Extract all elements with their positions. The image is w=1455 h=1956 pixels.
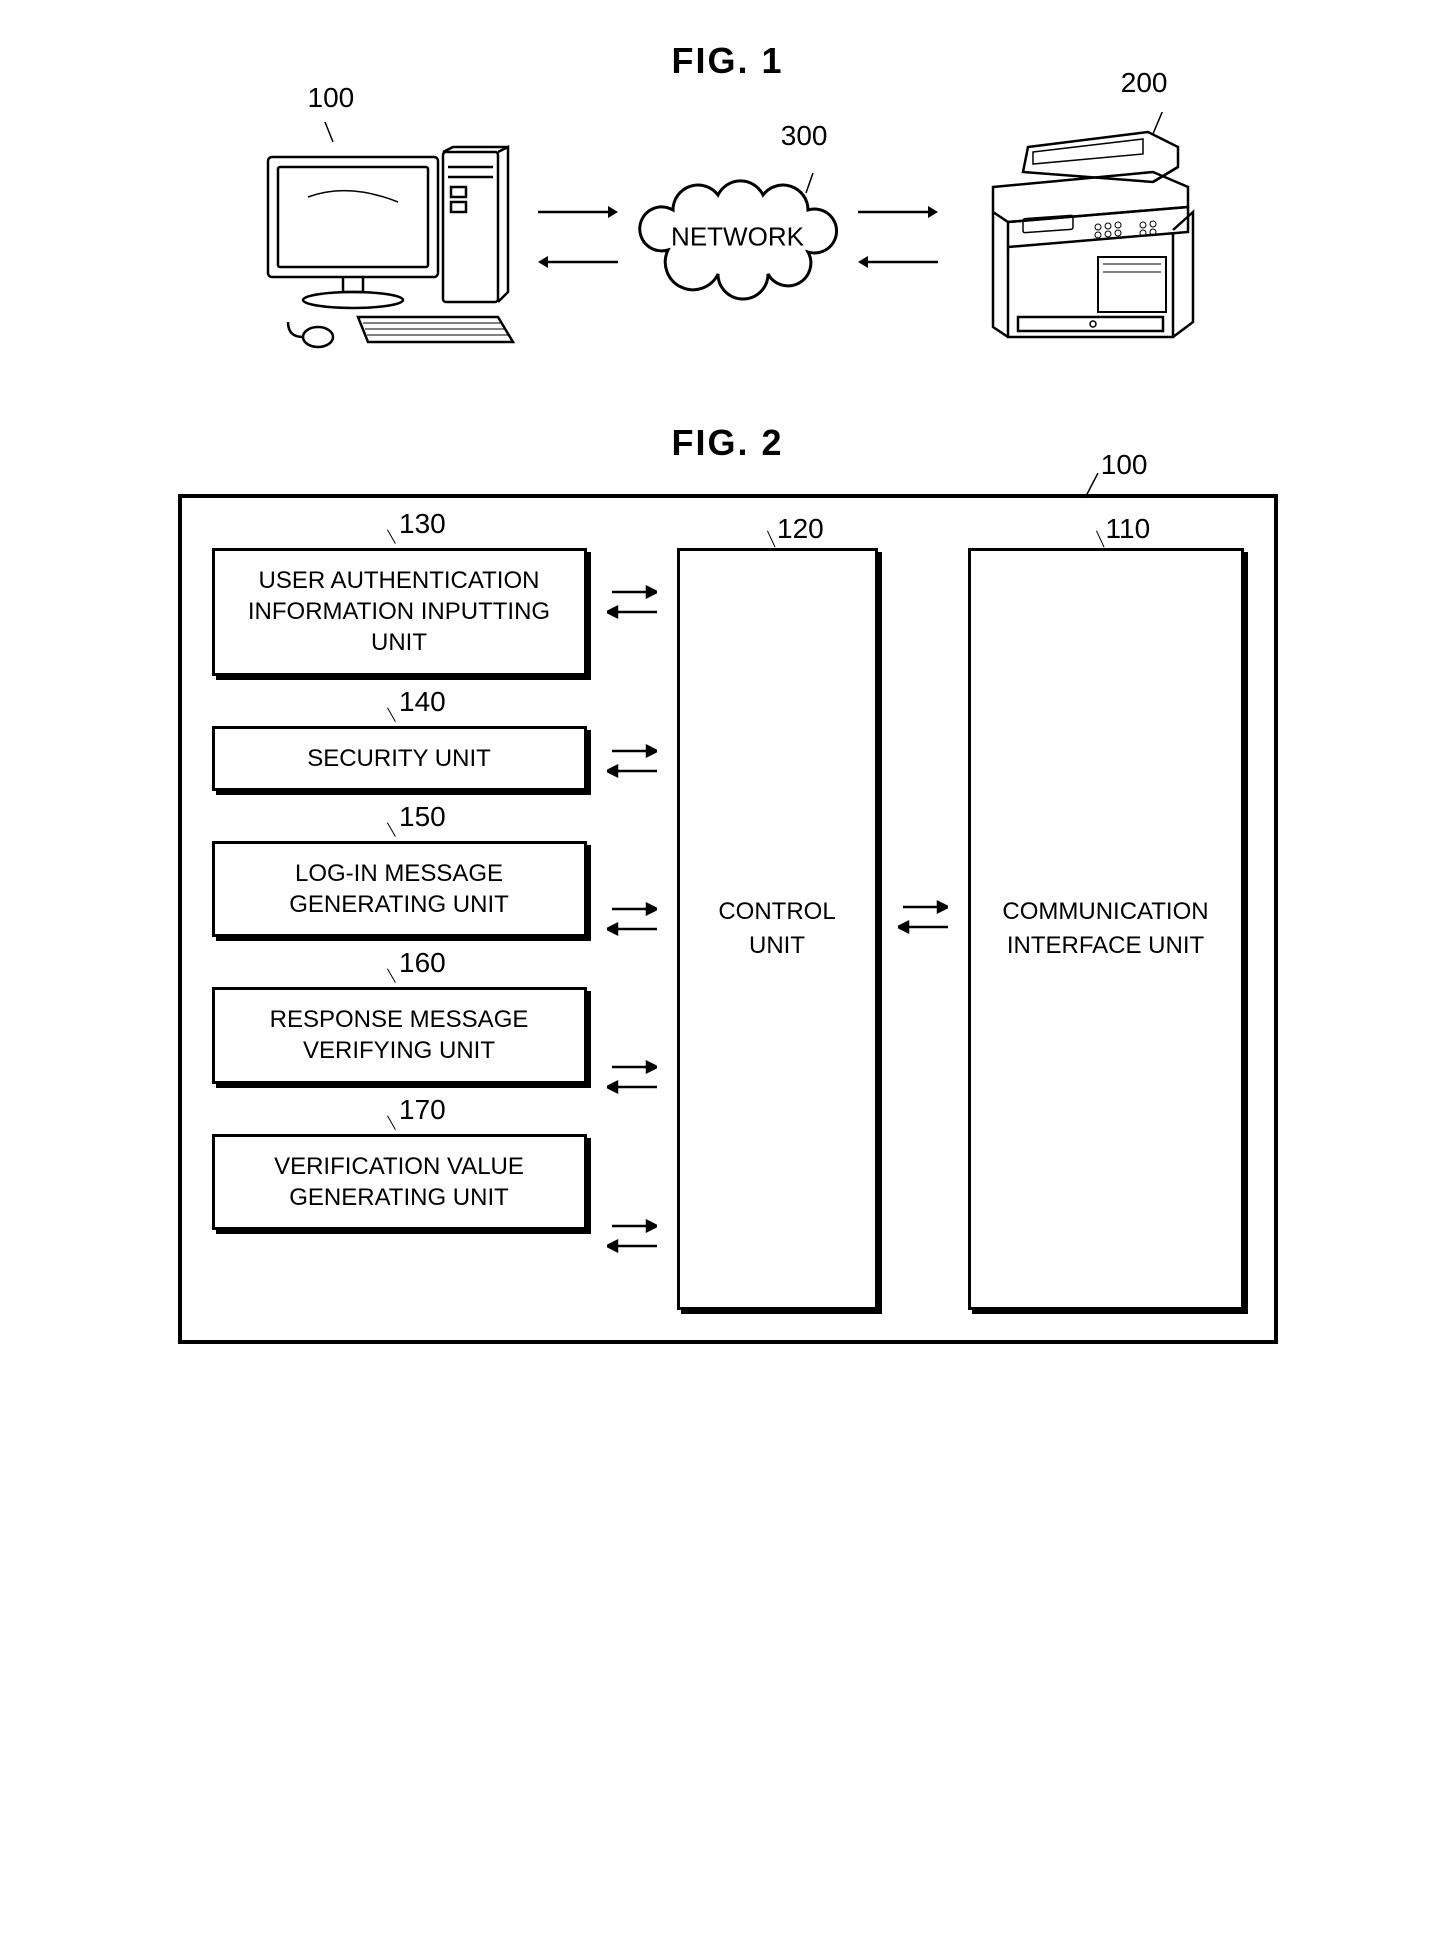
unit-ref-150: 150: [399, 801, 446, 833]
comm-unit-label: COMMUNICATION INTERFACE UNIT: [981, 895, 1231, 962]
connectors-left: [607, 528, 657, 1310]
unit-wrapper: 160 RESPONSE MESSAGE VERIFYING UNIT: [212, 987, 587, 1083]
figure-2-block-diagram: 130 USER AUTHENTICATION INFORMATION INPU…: [178, 494, 1278, 1344]
arrows-right: [858, 202, 938, 272]
figure-2: FIG. 2 100 130 USER AUTHENTICATION INFOR…: [178, 422, 1278, 1344]
verification-value-unit-box: VERIFICATION VALUE GENERATING UNIT: [212, 1134, 587, 1230]
unit-wrapper: 150 LOG-IN MESSAGE GENERATING UNIT: [212, 841, 587, 937]
network-cloud: 300 NETWORK: [628, 165, 848, 310]
connector-center: [898, 892, 948, 947]
unit-ref-140: 140: [399, 686, 446, 718]
comm-ref-label: 110: [1106, 509, 1151, 548]
unit-ref-160: 160: [399, 947, 446, 979]
figure-2-outer-ref: 100: [1101, 449, 1148, 481]
network-label: NETWORK: [671, 222, 804, 253]
arrows-left: [538, 202, 618, 272]
bidirectional-arrow-icon: [607, 567, 657, 637]
unit-wrapper: 170 VERIFICATION VALUE GENERATING UNIT: [212, 1134, 587, 1230]
unit-wrapper: 140 SECURITY UNIT: [212, 726, 587, 791]
control-unit-box: 120 CONTROL UNIT: [677, 548, 878, 1310]
network-ref-label: 300: [781, 120, 828, 152]
unit-ref-130: 130: [399, 508, 446, 540]
bidirectional-arrow-icon: [607, 1201, 657, 1271]
arrow-left-icon: [858, 252, 938, 272]
left-units-column: 130 USER AUTHENTICATION INFORMATION INPU…: [212, 528, 587, 1310]
response-verify-unit-box: RESPONSE MESSAGE VERIFYING UNIT: [212, 987, 587, 1083]
bidirectional-arrow-icon: [607, 884, 657, 954]
arrow-right-icon: [538, 202, 618, 222]
login-msg-unit-box: LOG-IN MESSAGE GENERATING UNIT: [212, 841, 587, 937]
arrow-right-icon: [858, 202, 938, 222]
computer-device: 100: [248, 122, 528, 352]
printer-icon: [948, 112, 1208, 362]
figure-1-title: FIG. 1: [178, 40, 1278, 82]
control-ref-label: 120: [777, 509, 824, 548]
security-unit-box: SECURITY UNIT: [212, 726, 587, 791]
figure-1-diagram: 100: [178, 112, 1278, 362]
computer-ref-label: 100: [308, 82, 355, 114]
unit-ref-170: 170: [399, 1094, 446, 1126]
printer-ref-label: 200: [1121, 67, 1168, 99]
bidirectional-arrow-icon: [898, 892, 948, 942]
user-auth-unit-box: USER AUTHENTICATION INFORMATION INPUTTIN…: [212, 548, 587, 676]
computer-icon: [248, 122, 528, 352]
printer-device: 200: [948, 112, 1208, 362]
communication-interface-box: 110 COMMUNICATION INTERFACE UNIT: [968, 548, 1244, 1310]
control-unit-label: CONTROL UNIT: [690, 895, 865, 962]
arrow-left-icon: [538, 252, 618, 272]
figure-1: FIG. 1 100: [178, 40, 1278, 362]
bidirectional-arrow-icon: [607, 1042, 657, 1112]
bidirectional-arrow-icon: [607, 726, 657, 796]
unit-wrapper: 130 USER AUTHENTICATION INFORMATION INPU…: [212, 548, 587, 676]
